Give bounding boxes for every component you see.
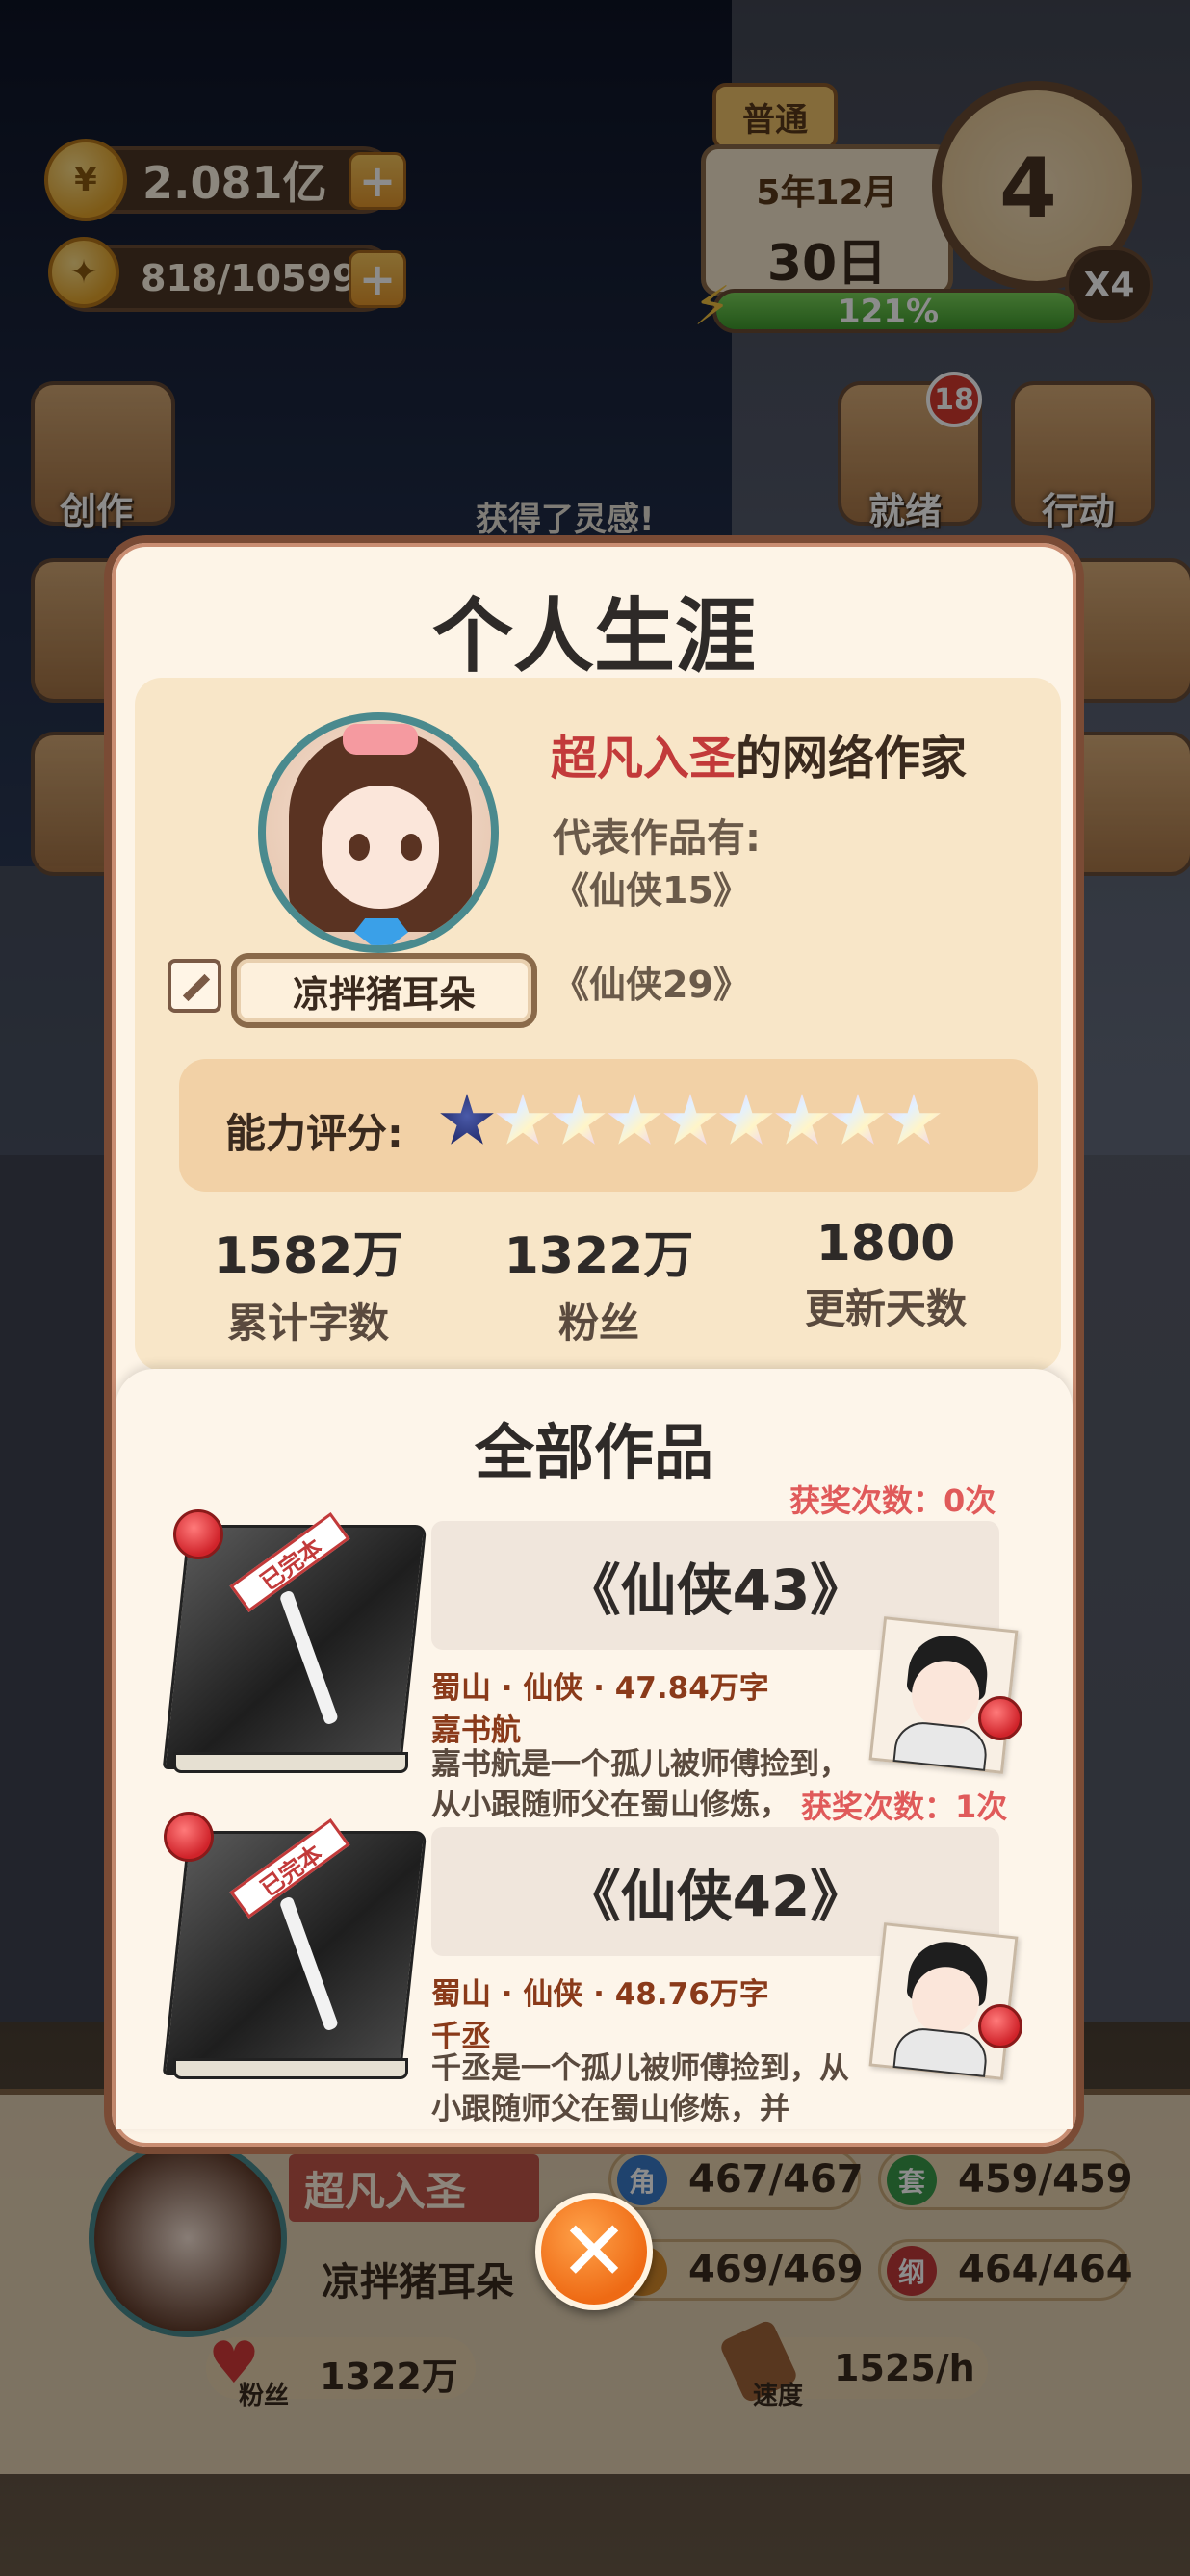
character-body	[892, 1719, 990, 1771]
ability-rating-box: 能力评分:	[179, 1059, 1038, 1192]
author-suffix: 的网络作家	[736, 732, 968, 786]
award-count: 获奖次数：1次	[801, 1789, 1008, 1825]
stat-label: 累计字数	[226, 1300, 389, 1347]
character-body	[892, 2025, 990, 2077]
pin-icon	[173, 1509, 223, 1559]
character-portrait	[868, 1922, 1019, 2080]
star-empty-icon	[663, 1094, 717, 1145]
career-modal: 个人生涯 凉拌猪耳朵 超凡入圣的网络作家 代表作品有: 《仙侠15》 《仙侠29…	[104, 535, 1084, 2154]
avatar-eye-right	[401, 834, 422, 861]
modal-title: 个人生涯	[431, 589, 756, 683]
author-name: 凉拌猪耳朵	[231, 953, 537, 1028]
star-filled-icon	[440, 1094, 494, 1145]
star-empty-icon	[719, 1094, 773, 1145]
sword-icon	[278, 1589, 340, 1726]
author-title: 超凡入圣的网络作家	[551, 720, 967, 787]
work-meta: 蜀山 · 仙侠 · 47.84万字	[431, 1671, 769, 1706]
profile-card: 凉拌猪耳朵 超凡入圣的网络作家 代表作品有: 《仙侠15》 《仙侠29》 能力评…	[135, 678, 1061, 1371]
book-cover: 已完本	[162, 1512, 427, 1777]
book-pages	[173, 1752, 408, 1773]
edit-name-icon[interactable]	[168, 959, 221, 1013]
close-button[interactable]: ✕	[535, 2193, 653, 2310]
award-count: 获奖次数：0次	[789, 1482, 996, 1519]
representative-work-1: 《仙侠15》	[553, 869, 750, 912]
sword-icon	[278, 1895, 340, 2032]
work-description: 嘉书航是一个孤儿被师傅捡到，从小跟随师父在蜀山修炼，	[431, 1747, 849, 1822]
representative-works-label: 代表作品有:	[553, 816, 761, 861]
work-protagonist: 嘉书航	[431, 1713, 521, 1748]
pin-icon	[978, 1696, 1022, 1740]
stat-total-words: 1582万 累计字数	[164, 1215, 453, 1350]
star-empty-icon	[496, 1094, 550, 1145]
avatar-eye-left	[349, 834, 370, 861]
character-portrait	[868, 1616, 1019, 1774]
star-empty-icon	[552, 1094, 606, 1145]
pin-icon	[978, 2004, 1022, 2048]
author-rank: 超凡入圣	[551, 732, 737, 786]
star-empty-icon	[831, 1094, 885, 1145]
representative-work-2: 《仙侠29》	[553, 964, 750, 1006]
star-empty-icon	[775, 1094, 829, 1145]
stat-value: 1800	[815, 1215, 956, 1273]
stat-update-days: 1800 更新天数	[741, 1215, 1030, 1335]
pin-icon	[164, 1812, 214, 1862]
work-description: 千丞是一个孤儿被师傅捡到，从小跟随师父在蜀山修炼，并	[431, 2051, 849, 2122]
work-meta: 蜀山 · 仙侠 · 48.76万字	[431, 1977, 769, 2012]
stat-label: 粉丝	[557, 1300, 639, 1347]
author-avatar	[258, 712, 499, 953]
rating-stars	[439, 1094, 942, 1151]
stat-label: 更新天数	[804, 1285, 967, 1332]
stat-fans: 1322万 粉丝	[454, 1215, 743, 1350]
all-works-panel: 全部作品 已完本 《仙侠43》 获奖次数：0次 蜀山 · 仙侠 · 47.84万…	[116, 1369, 1073, 2129]
star-empty-icon	[608, 1094, 661, 1145]
book-pages	[173, 2058, 408, 2079]
rating-label: 能力评分:	[225, 1110, 403, 1157]
book-cover: 已完本	[162, 1818, 427, 2083]
stat-value: 1322万	[504, 1227, 694, 1285]
diamond-icon	[354, 918, 408, 945]
star-empty-icon	[887, 1094, 941, 1145]
stat-value: 1582万	[213, 1227, 403, 1285]
avatar-bow	[343, 724, 418, 755]
